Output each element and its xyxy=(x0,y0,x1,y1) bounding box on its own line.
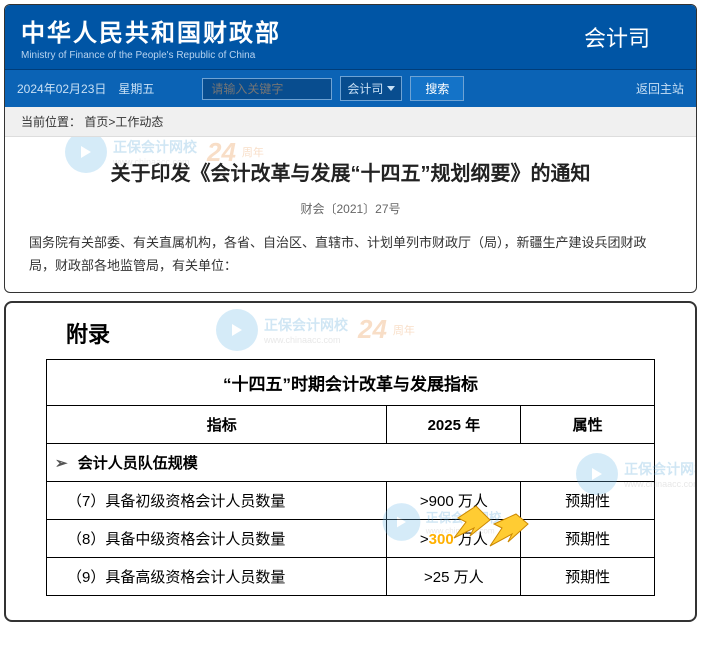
search-input[interactable] xyxy=(202,78,332,100)
cell-attr: 预期性 xyxy=(521,519,655,557)
article: 正保会计网校 www.chinaacc.com 24 周年 关于印发《会计改革与… xyxy=(5,137,696,292)
scope-select[interactable]: 会计司 xyxy=(340,76,402,101)
scope-label: 会计司 xyxy=(347,80,383,97)
return-link[interactable]: 返回主站 xyxy=(636,80,684,97)
appendix-title: 附录 xyxy=(66,317,655,349)
chevron-down-icon xyxy=(387,86,395,91)
highlighted-number: 300 xyxy=(429,531,454,548)
table-title: “十四五”时期会计改革与发展指标 xyxy=(47,359,655,405)
breadcrumb: 当前位置： 首页>工作动态 xyxy=(5,107,696,137)
site-title: 中华人民共和国财政部 xyxy=(21,13,281,48)
col-attr: 属性 xyxy=(521,405,655,443)
cell-value: >25 万人 xyxy=(387,557,521,595)
section-label: 会计人员队伍规模 xyxy=(78,455,198,472)
cell-indicator: （7）具备初级资格会计人员数量 xyxy=(47,481,387,519)
cell-indicator: （8）具备中级资格会计人员数量 xyxy=(47,519,387,557)
arrow-right-icon: ➢ xyxy=(55,454,68,472)
cell-attr: 预期性 xyxy=(521,481,655,519)
col-year: 2025 年 xyxy=(387,405,521,443)
navbar: 2024年02月23日 星期五 会计司 搜索 返回主站 xyxy=(5,70,696,107)
article-title: 关于印发《会计改革与发展“十四五”规划纲要》的通知 xyxy=(29,157,672,186)
site-header: 中华人民共和国财政部 Ministry of Finance of the Pe… xyxy=(5,5,696,70)
cell-value: >300 万人 xyxy=(387,519,521,557)
cell-value: >900 万人 xyxy=(387,481,521,519)
nav-date: 2024年02月23日 星期五 xyxy=(17,80,154,97)
table-row: （8）具备中级资格会计人员数量 >300 万人 预期性 xyxy=(47,519,655,557)
section-row: ➢ 会计人员队伍规模 xyxy=(47,443,655,481)
search-button[interactable]: 搜索 xyxy=(410,76,464,101)
cell-indicator: （9）具备高级资格会计人员数量 xyxy=(47,557,387,595)
breadcrumb-current[interactable]: 工作动态 xyxy=(115,115,163,129)
breadcrumb-label: 当前位置： xyxy=(21,115,81,129)
gov-site-panel: 中华人民共和国财政部 Ministry of Finance of the Pe… xyxy=(4,4,697,293)
col-indicator: 指标 xyxy=(47,405,387,443)
table-header-row: 指标 2025 年 属性 xyxy=(47,405,655,443)
table-title-row: “十四五”时期会计改革与发展指标 xyxy=(47,359,655,405)
article-body: 国务院有关部委、有关直属机构，各省、自治区、直辖市、计划单列市财政厅（局），新疆… xyxy=(29,231,672,278)
dept-name: 会计司 xyxy=(584,21,680,53)
breadcrumb-home[interactable]: 首页 xyxy=(84,115,108,129)
appendix-panel: 正保会计网校 www.chinaacc.com 24 周年 正保会计网校 www… xyxy=(4,301,697,622)
table-row: （9）具备高级资格会计人员数量 >25 万人 预期性 xyxy=(47,557,655,595)
cell-attr: 预期性 xyxy=(521,557,655,595)
site-subtitle: Ministry of Finance of the People's Repu… xyxy=(21,50,281,61)
indicators-table: “十四五”时期会计改革与发展指标 指标 2025 年 属性 ➢ 会计人员队伍规模… xyxy=(46,359,655,596)
table-row: （7）具备初级资格会计人员数量 >900 万人 预期性 xyxy=(47,481,655,519)
article-docnum: 财会〔2021〕27号 xyxy=(29,200,672,217)
